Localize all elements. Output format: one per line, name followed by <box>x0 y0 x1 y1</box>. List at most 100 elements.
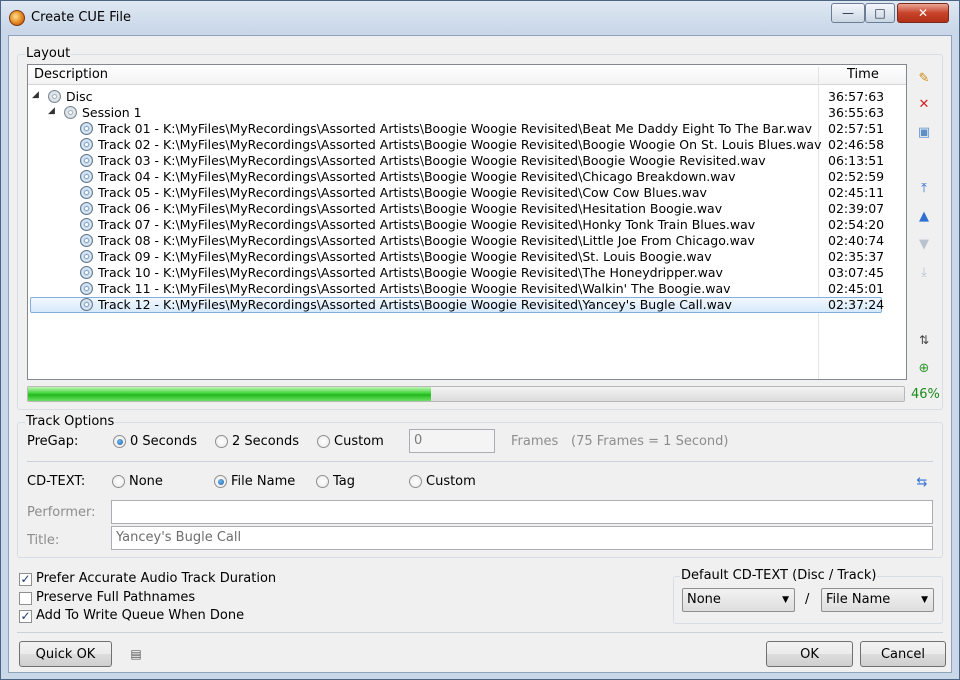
ok-button[interactable]: OK <box>766 641 853 667</box>
prefer-accurate-checkbox[interactable]: ✓ <box>19 573 32 586</box>
audio-track-icon <box>80 122 93 135</box>
title-bar[interactable]: Create CUE File — □ ✕ <box>1 1 959 35</box>
layout-group-label: Layout <box>25 46 72 61</box>
cdtext-custom-radio[interactable] <box>409 475 422 488</box>
refresh-icon[interactable]: ⇆ <box>911 472 933 492</box>
session-label: Session 1 <box>82 105 142 120</box>
footer-divider <box>17 632 943 633</box>
disc-cdtext-value: None <box>687 592 721 607</box>
clear-icon[interactable]: ▣ <box>913 122 935 142</box>
sort-icon[interactable]: ⇅ <box>913 330 935 350</box>
log-icon[interactable]: ▤ <box>125 644 147 664</box>
layout-tree[interactable]: Description Time ◢ Disc 36:57:63 ◢ Session 1… <box>27 64 907 380</box>
remove-icon[interactable]: ✕ <box>913 94 935 114</box>
track-label: Track 02 - K:\MyFiles\MyRecordings\Assor… <box>98 137 822 152</box>
track-row[interactable]: Track 06 - K:\MyFiles\MyRecordings\Assor… <box>28 201 906 217</box>
column-time[interactable]: Time <box>818 67 906 85</box>
track-row[interactable]: Track 01 - K:\MyFiles\MyRecordings\Assor… <box>28 121 906 137</box>
track-options-label: Track Options <box>25 414 116 429</box>
chevron-down-icon: ▼ <box>921 595 928 605</box>
expander-icon[interactable]: ◢ <box>32 90 39 100</box>
pregap-custom-radio[interactable] <box>317 435 330 448</box>
track-label: Track 04 - K:\MyFiles\MyRecordings\Assor… <box>98 169 736 184</box>
preserve-pathnames-label[interactable]: Preserve Full Pathnames <box>36 590 195 605</box>
add-file-icon[interactable]: ✎ <box>913 68 935 88</box>
track-label: Track 01 - K:\MyFiles\MyRecordings\Assor… <box>98 121 813 136</box>
cdtext-tag-radio[interactable] <box>316 475 329 488</box>
column-description[interactable]: Description <box>34 67 108 82</box>
track-row[interactable]: Track 05 - K:\MyFiles\MyRecordings\Assor… <box>28 185 906 201</box>
audio-track-icon <box>80 218 93 231</box>
move-down-icon[interactable]: ▼ <box>913 234 935 254</box>
track-label: Track 09 - K:\MyFiles\MyRecordings\Assor… <box>98 249 712 264</box>
track-cdtext-dropdown[interactable]: File Name ▼ <box>821 588 934 612</box>
move-top-icon[interactable]: ⤒ <box>913 178 935 198</box>
audio-track-icon <box>80 154 93 167</box>
track-time: 02:45:11 <box>828 185 885 200</box>
track-cdtext-value: File Name <box>826 592 891 607</box>
pregap-0-seconds-label[interactable]: 0 Seconds <box>130 434 197 449</box>
track-time: 06:13:51 <box>828 153 885 168</box>
pregap-custom-label[interactable]: Custom <box>334 434 384 449</box>
track-row[interactable]: Track 12 - K:\MyFiles\MyRecordings\Assor… <box>28 297 906 313</box>
cdtext-tag-label[interactable]: Tag <box>333 474 355 489</box>
chevron-down-icon: ▼ <box>782 595 789 605</box>
audio-track-icon <box>80 266 93 279</box>
track-row[interactable]: Track 04 - K:\MyFiles\MyRecordings\Assor… <box>28 169 906 185</box>
add-to-queue-label[interactable]: Add To Write Queue When Done <box>36 608 244 623</box>
track-row[interactable]: Track 10 - K:\MyFiles\MyRecordings\Assor… <box>28 265 906 281</box>
cdtext-filename-label[interactable]: File Name <box>231 474 295 489</box>
cdtext-filename-radio[interactable] <box>214 475 227 488</box>
cdtext-none-label[interactable]: None <box>129 474 163 489</box>
track-label: Track 06 - K:\MyFiles\MyRecordings\Assor… <box>98 201 723 216</box>
track-row[interactable]: Track 11 - K:\MyFiles\MyRecordings\Assor… <box>28 281 906 297</box>
app-icon <box>9 10 25 26</box>
minimize-button[interactable]: — <box>831 3 865 23</box>
create-cue-file-window: Create CUE File — □ ✕ Layout Description… <box>0 0 960 680</box>
cdtext-custom-label[interactable]: Custom <box>426 474 476 489</box>
quick-ok-button[interactable]: Quick OK <box>19 641 112 667</box>
track-label: Track 10 - K:\MyFiles\MyRecordings\Assor… <box>98 265 723 280</box>
track-label: Track 03 - K:\MyFiles\MyRecordings\Assor… <box>98 153 766 168</box>
pregap-frames-input[interactable]: 0 <box>409 429 495 453</box>
disc-row[interactable]: ◢ Disc 36:57:63 <box>28 89 906 105</box>
add-to-queue-checkbox[interactable]: ✓ <box>19 610 32 623</box>
pregap-2-seconds-radio[interactable] <box>215 435 228 448</box>
divider <box>27 461 933 462</box>
move-up-icon[interactable]: ▲ <box>913 206 935 226</box>
preserve-pathnames-checkbox[interactable] <box>19 592 32 605</box>
track-time: 02:46:58 <box>828 137 885 152</box>
performer-input[interactable] <box>111 500 933 524</box>
track-row[interactable]: Track 09 - K:\MyFiles\MyRecordings\Assor… <box>28 249 906 265</box>
expander-icon[interactable]: ◢ <box>48 106 55 116</box>
track-row[interactable]: Track 03 - K:\MyFiles\MyRecordings\Assor… <box>28 153 906 169</box>
pregap-0-seconds-radio[interactable] <box>113 435 126 448</box>
cdtext-none-radio[interactable] <box>112 475 125 488</box>
track-time: 02:37:24 <box>828 297 885 312</box>
session-row[interactable]: ◢ Session 1 36:55:63 <box>28 105 906 121</box>
title-input[interactable]: Yancey's Bugle Call <box>111 526 933 550</box>
window-title: Create CUE File <box>31 10 132 25</box>
track-row[interactable]: Track 02 - K:\MyFiles\MyRecordings\Assor… <box>28 137 906 153</box>
maximize-button[interactable]: □ <box>865 3 895 23</box>
track-time: 02:57:51 <box>828 121 885 136</box>
track-time: 02:54:20 <box>828 217 885 232</box>
disc-icon <box>48 90 61 103</box>
cancel-button[interactable]: Cancel <box>860 641 946 667</box>
performer-label: Performer: <box>27 505 96 520</box>
track-row[interactable]: Track 07 - K:\MyFiles\MyRecordings\Assor… <box>28 217 906 233</box>
track-label: Track 08 - K:\MyFiles\MyRecordings\Assor… <box>98 233 755 248</box>
prefer-accurate-label[interactable]: Prefer Accurate Audio Track Duration <box>36 571 276 586</box>
pregap-2-seconds-label[interactable]: 2 Seconds <box>232 434 299 449</box>
track-row[interactable]: Track 08 - K:\MyFiles\MyRecordings\Assor… <box>28 233 906 249</box>
track-time: 03:07:45 <box>828 265 885 280</box>
move-bottom-icon[interactable]: ⤓ <box>913 262 935 282</box>
disc-cdtext-dropdown[interactable]: None ▼ <box>682 588 795 612</box>
track-label: Track 05 - K:\MyFiles\MyRecordings\Assor… <box>98 185 707 200</box>
globe-add-icon[interactable]: ⊕ <box>913 358 935 378</box>
progress-fill <box>28 387 431 401</box>
audio-track-icon <box>80 298 93 311</box>
disc-time: 36:57:63 <box>828 89 885 104</box>
close-button[interactable]: ✕ <box>897 3 949 23</box>
cdtext-label: CD-TEXT: <box>27 474 86 489</box>
